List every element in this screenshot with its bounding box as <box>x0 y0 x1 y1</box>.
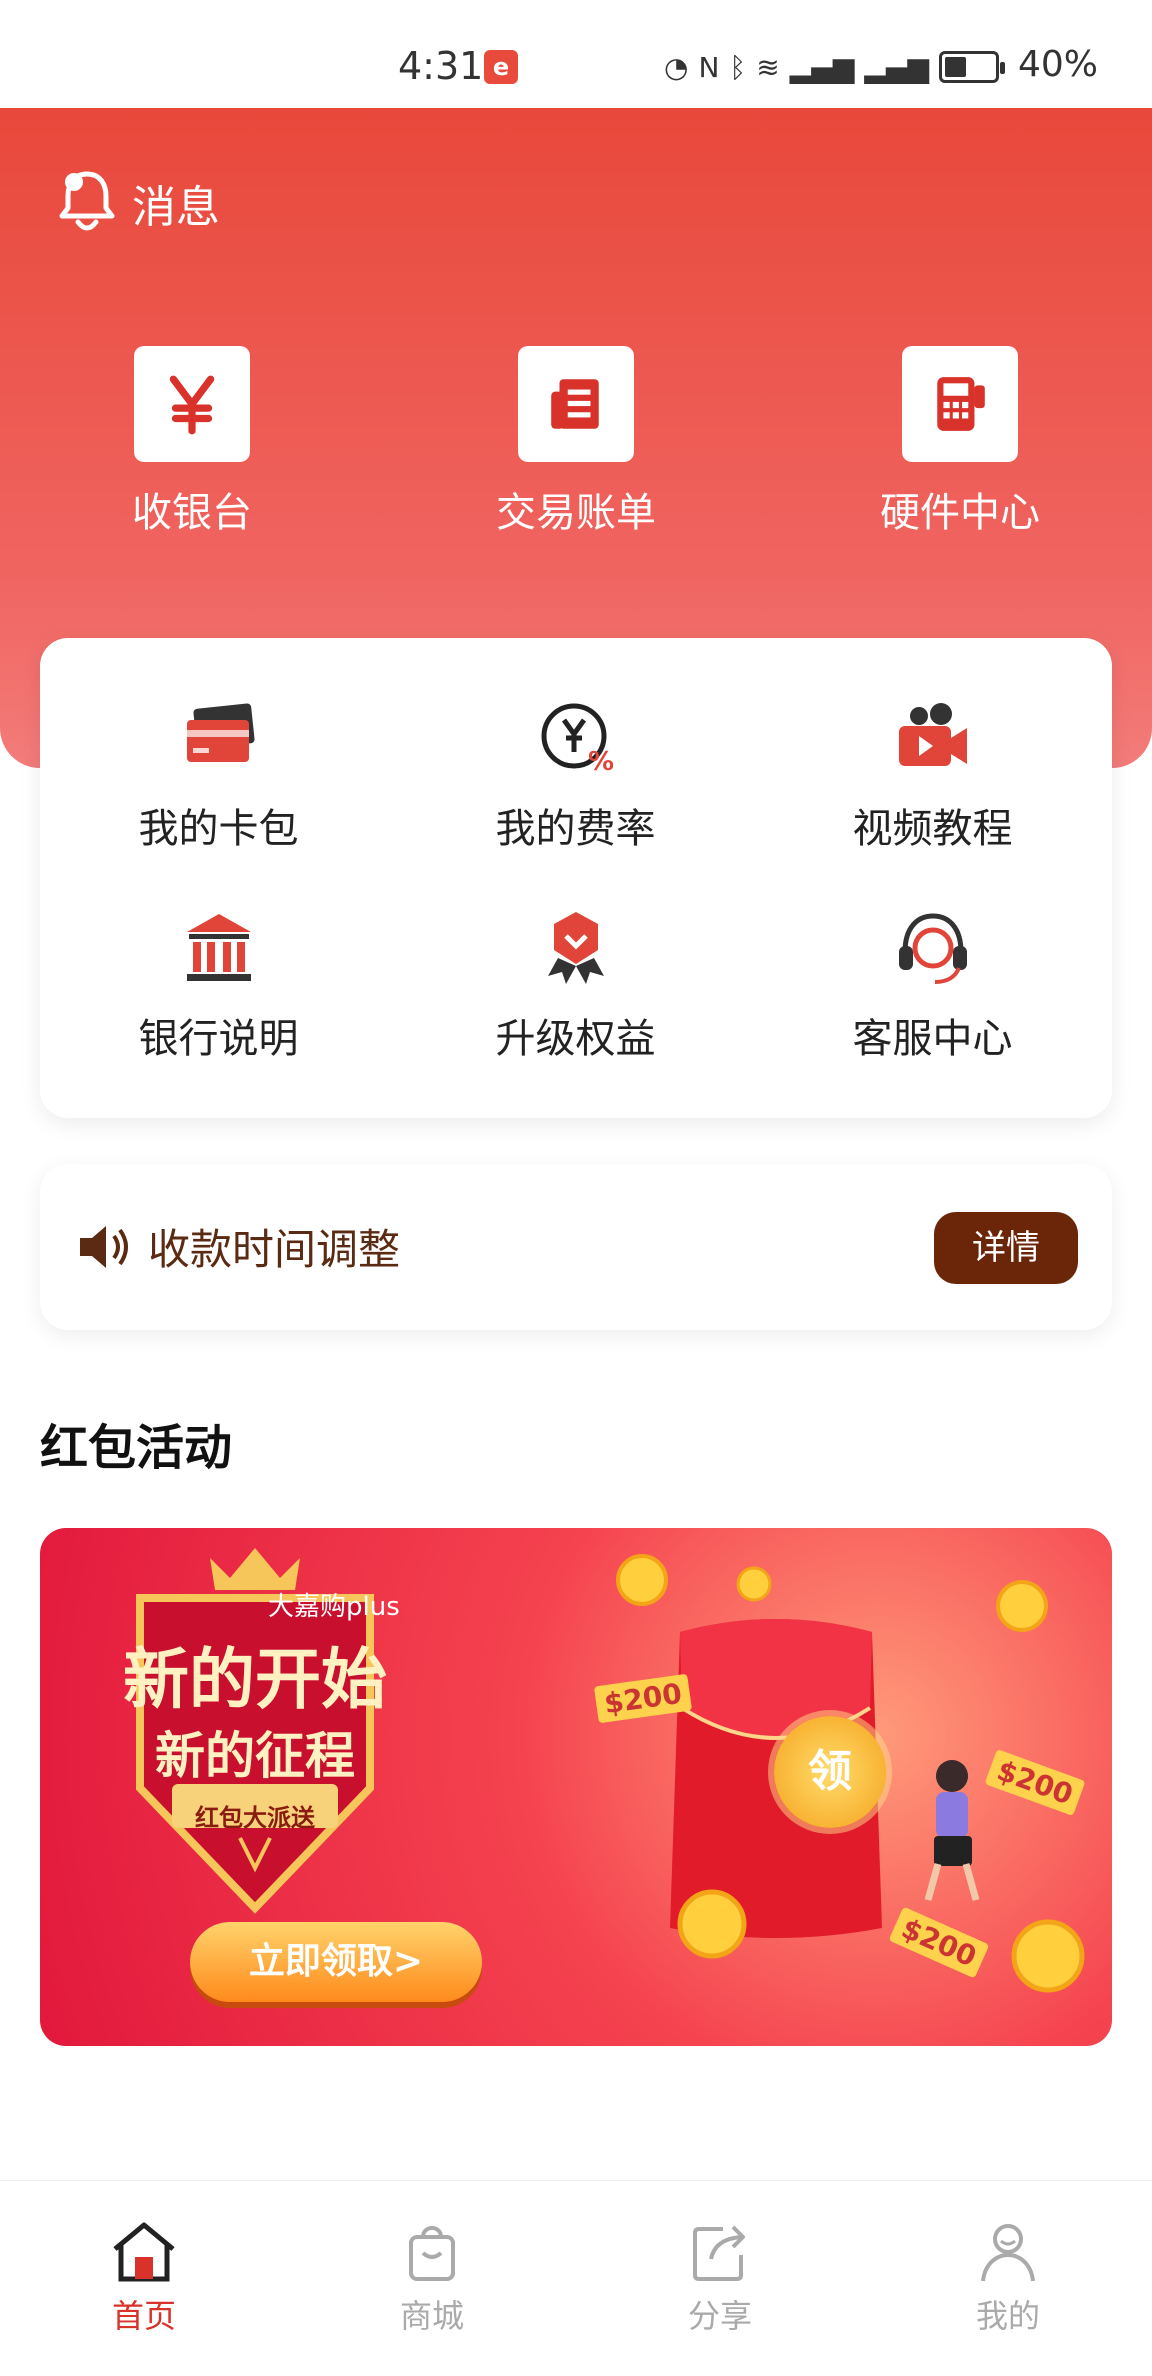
app-notification-icon: e <box>484 50 518 84</box>
feature-grid: 我的卡包 % 我的费率 视频教程 银行说明 升级权益 客服中心 <box>40 698 1112 1118</box>
svg-text:%: % <box>588 747 614 777</box>
nav-mall-label: 商城 <box>399 2297 464 2335</box>
rate-icon: % <box>536 698 616 778</box>
video-camera-icon <box>893 698 973 778</box>
profile-icon <box>981 2224 1035 2282</box>
speed-icon: ◔ <box>664 50 689 84</box>
battery-icon <box>938 51 1005 83</box>
red-packet-banner[interactable]: 大嘉购plus 新的开始 新的征程 红包大派送 立即领取> 领 $200 $20… <box>40 1528 1112 2046</box>
yen-icon <box>134 346 250 462</box>
message-label: 消息 <box>132 182 220 233</box>
top-actions: 收银台 交易账单 硬件中心 <box>0 346 1152 538</box>
bell-icon <box>59 171 115 231</box>
hardware-center-button[interactable]: 硬件中心 <box>768 346 1152 538</box>
badge-icon <box>536 908 616 988</box>
nav-share[interactable]: 分享 <box>576 2181 864 2376</box>
bluetooth-icon: ᛒ <box>729 50 747 84</box>
bank-icon <box>179 908 259 988</box>
hardware-center-label: 硬件中心 <box>880 490 1040 536</box>
nfc-icon: N <box>698 50 720 84</box>
card-wallet-button[interactable]: 我的卡包 <box>40 698 397 908</box>
nav-home-label: 首页 <box>111 2297 176 2335</box>
status-time: 4:31 <box>398 44 484 88</box>
bill-icon <box>518 346 634 462</box>
card-wallet-icon <box>179 698 259 778</box>
headset-icon <box>893 908 973 988</box>
card-wallet-label: 我的卡包 <box>138 806 299 852</box>
share-icon <box>693 2225 745 2281</box>
customer-service-label: 客服中心 <box>852 1016 1013 1062</box>
my-rate-button[interactable]: % 我的费率 <box>397 698 754 908</box>
speaker-icon <box>80 1226 128 1268</box>
claim-now-button[interactable]: 立即领取> <box>190 1922 482 2002</box>
nav-home[interactable]: 首页 <box>0 2181 288 2376</box>
nav-profile-label: 我的 <box>975 2297 1040 2335</box>
bank-info-button[interactable]: 银行说明 <box>40 908 397 1118</box>
crown-icon <box>210 1548 300 1590</box>
banner-tag: 红包大派送 <box>195 1804 315 1832</box>
upgrade-benefits-label: 升级权益 <box>495 1016 656 1062</box>
upgrade-benefits-button[interactable]: 升级权益 <box>397 908 754 1118</box>
status-bar: 4:31 e ◔ N ᛒ ≋ ▂▄▆ ▂▄▆ 40% <box>0 0 1152 108</box>
wifi-icon: ≋ <box>756 50 780 84</box>
bottom-navigation: 首页 商城 分享 我的 <box>0 2180 1152 2376</box>
notice-text: 收款时间调整 <box>148 1225 401 1274</box>
cashier-label: 收银台 <box>132 490 252 536</box>
video-tutorial-button[interactable]: 视频教程 <box>754 698 1111 908</box>
feature-grid-card: 我的卡包 % 我的费率 视频教程 银行说明 升级权益 客服中心 <box>40 638 1112 1118</box>
customer-service-button[interactable]: 客服中心 <box>754 908 1111 1118</box>
status-icons: ◔ N ᛒ ≋ ▂▄▆ ▂▄▆ <box>664 48 1005 86</box>
payment-notice-bar: 收款时间调整 详情 <box>40 1164 1112 1330</box>
message-button[interactable]: 消息 <box>56 168 220 238</box>
bank-info-label: 银行说明 <box>138 1016 299 1062</box>
my-rate-label: 我的费率 <box>495 806 656 852</box>
pos-terminal-icon <box>902 346 1018 462</box>
nav-mall[interactable]: 商城 <box>288 2181 576 2376</box>
banner-title-line2: 新的征程 <box>155 1727 355 1785</box>
cashier-button[interactable]: 收银台 <box>0 346 384 538</box>
transaction-bill-button[interactable]: 交易账单 <box>384 346 768 538</box>
app-screen: 4:31 e ◔ N ᛒ ≋ ▂▄▆ ▂▄▆ 40% 消息 收银台 交易账单 硬… <box>0 0 1152 2376</box>
banner-brand: 大嘉购plus <box>268 1592 400 1622</box>
banner-title-line1: 新的开始 <box>123 1641 387 1718</box>
section-title-red-packet: 红包活动 <box>40 1420 233 1476</box>
signal-4g-icon: ▂▄▆ <box>864 50 929 84</box>
envelope-claim-button[interactable]: 领 <box>774 1716 886 1828</box>
home-icon <box>113 2222 175 2282</box>
shopping-bag-icon <box>409 2226 455 2281</box>
video-tutorial-label: 视频教程 <box>852 806 1013 852</box>
notice-details-button[interactable]: 详情 <box>934 1212 1078 1284</box>
signal-5g-icon: ▂▄▆ <box>789 50 855 84</box>
nav-share-label: 分享 <box>687 2297 752 2335</box>
nav-profile[interactable]: 我的 <box>864 2181 1152 2376</box>
battery-percent: 40% <box>1018 44 1099 85</box>
transaction-bill-label: 交易账单 <box>496 490 656 536</box>
